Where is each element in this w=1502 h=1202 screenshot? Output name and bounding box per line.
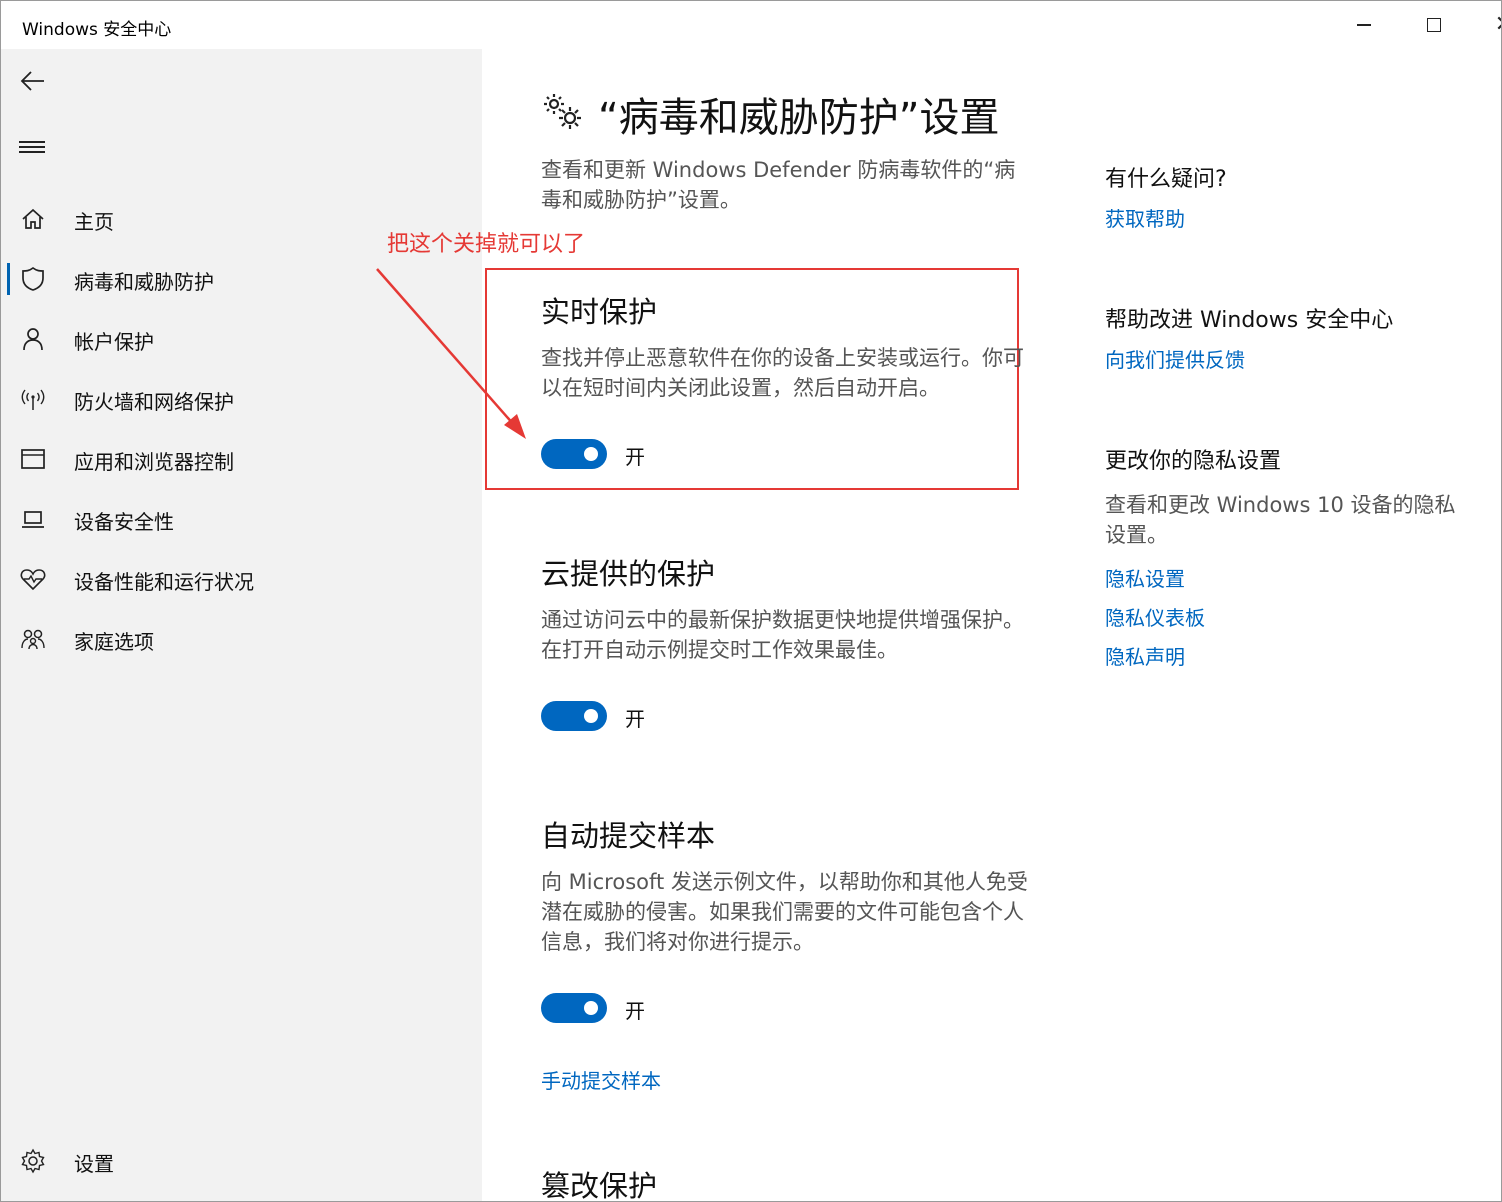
back-arrow-icon (20, 71, 44, 91)
toggle-state-label: 开 (625, 999, 645, 1023)
sidebar: 主页 病毒和威胁防护 帐户保护 防火墙和网络保护 应用和浏览器控制 设备安全性 … (1, 49, 482, 1201)
cloud-protection-toggle[interactable] (541, 701, 607, 731)
sidebar-item-label: 家庭选项 (74, 630, 154, 654)
windows-security-window: Windows 安全中心 ✕ 主页 病毒和威胁防护 (0, 0, 1502, 1202)
hamburger-icon (19, 141, 45, 143)
privacy-statement-link[interactable]: 隐私声明 (1105, 641, 1185, 670)
manual-sample-link[interactable]: 手动提交样本 (541, 1065, 661, 1094)
sidebar-item-label: 帐户保护 (74, 330, 154, 354)
hamburger-menu-button[interactable] (19, 137, 45, 157)
section-description: 通过访问云中的最新保护数据更快地提供增强保护。在打开自动示例提交时工作效果最佳。 (541, 608, 1024, 662)
gears-icon (544, 94, 581, 129)
maximize-icon (1427, 18, 1441, 32)
sidebar-item-label: 防火墙和网络保护 (74, 390, 234, 414)
improve-title: 帮助改进 Windows 安全中心 (1105, 308, 1394, 333)
section-description: 向 Microsoft 发送示例文件，以帮助你和其他人免受潜在威胁的侵害。如果我… (541, 870, 1028, 954)
section-title: 实时保护 (541, 295, 658, 329)
browser-window-icon (21, 449, 45, 469)
main-content: “病毒和威胁防护”设置 查看和更新 Windows Defender 防病毒软件… (376, 49, 1501, 1202)
wireless-icon (21, 389, 45, 410)
annotation-text: 把这个关掉就可以了 (387, 232, 586, 257)
page-title: “病毒和威胁防护”设置 (598, 95, 1000, 141)
question-title: 有什么疑问? (1105, 167, 1227, 192)
back-button[interactable] (17, 65, 49, 97)
privacy-description: 查看和更改 Windows 10 设备的隐私设置。 (1105, 493, 1456, 547)
gear-icon (21, 1148, 45, 1174)
sidebar-item-device-security[interactable]: 设备安全性 (1, 491, 482, 547)
section-title: 自动提交样本 (541, 819, 716, 853)
home-icon (22, 208, 44, 229)
person-icon (23, 328, 43, 351)
section-realtime-protection: 实时保护 查找并停止恶意软件在你的设备上安装或运行。你可以在短时间内关闭此设置，… (541, 289, 1041, 469)
window-title: Windows 安全中心 (22, 20, 172, 40)
privacy-settings-link[interactable]: 隐私设置 (1105, 563, 1185, 592)
section-title: 篡改保护 (541, 1169, 658, 1202)
sidebar-item-label: 应用和浏览器控制 (74, 450, 234, 474)
sidebar-item-label: 主页 (74, 210, 114, 234)
minimize-icon (1357, 24, 1371, 26)
family-icon (21, 629, 45, 650)
minimize-button[interactable] (1329, 1, 1399, 49)
sidebar-item-label: 设置 (74, 1152, 114, 1176)
get-help-link[interactable]: 获取帮助 (1105, 203, 1185, 232)
realtime-protection-toggle[interactable] (541, 439, 607, 469)
section-cloud-protection: 云提供的保护 通过访问云中的最新保护数据更快地提供增强保护。在打开自动示例提交时… (541, 551, 1041, 731)
toggle-state-label: 开 (625, 707, 645, 731)
toggle-state-label: 开 (625, 445, 645, 469)
section-sample-submission: 自动提交样本 向 Microsoft 发送示例文件，以帮助你和其他人免受潜在威胁… (541, 813, 1041, 1023)
title-bar: Windows 安全中心 ✕ (1, 1, 1501, 49)
sidebar-item-label: 设备性能和运行状况 (74, 570, 254, 594)
sidebar-item-family-options[interactable]: 家庭选项 (1, 611, 482, 667)
sidebar-item-device-health[interactable]: 设备性能和运行状况 (1, 551, 482, 607)
close-icon: ✕ (1495, 14, 1501, 36)
privacy-title: 更改你的隐私设置 (1105, 449, 1282, 474)
maximize-button[interactable] (1399, 1, 1469, 49)
heart-pulse-icon (20, 569, 46, 591)
close-button[interactable]: ✕ (1469, 1, 1501, 49)
laptop-icon (22, 511, 44, 528)
sample-submission-toggle[interactable] (541, 993, 607, 1023)
sidebar-item-label: 病毒和威胁防护 (74, 270, 214, 294)
section-title: 云提供的保护 (541, 557, 716, 591)
sidebar-item-label: 设备安全性 (74, 510, 174, 534)
section-tamper-protection: 篡改保护 (541, 1163, 1041, 1202)
section-description: 查找并停止恶意软件在你的设备上安装或运行。你可以在短时间内关闭此设置，然后自动开… (541, 346, 1024, 400)
shield-icon (22, 266, 44, 291)
privacy-dashboard-link[interactable]: 隐私仪表板 (1105, 602, 1205, 631)
page-description: 查看和更新 Windows Defender 防病毒软件的“病毒和威胁防护”设置… (541, 158, 1016, 212)
feedback-link[interactable]: 向我们提供反馈 (1105, 344, 1245, 373)
sidebar-item-settings[interactable]: 设置 (1, 1133, 482, 1189)
